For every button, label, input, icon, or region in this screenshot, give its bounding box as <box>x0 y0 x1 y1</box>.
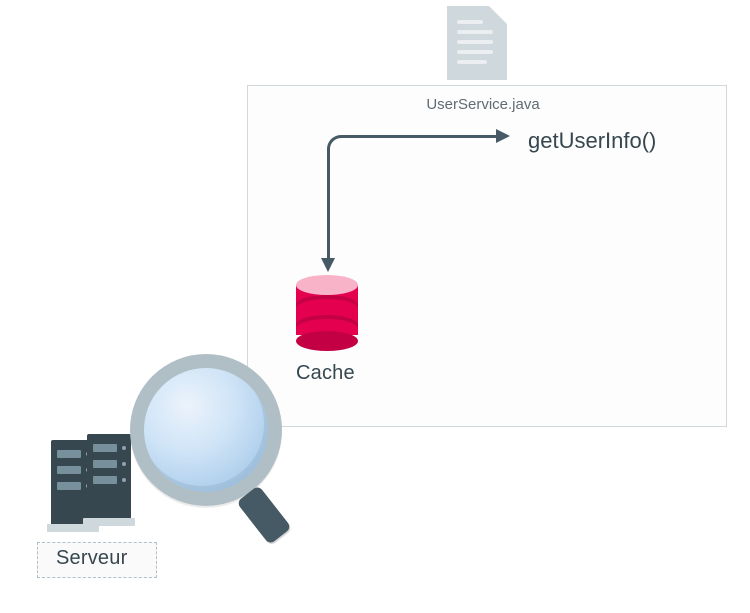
file-name-label: UserService.java <box>418 96 548 113</box>
arrow-head-down-icon <box>321 258 335 272</box>
method-label: getUserInfo() <box>528 128 656 154</box>
cache-icon <box>296 275 358 345</box>
arrow-head-right-icon <box>496 129 510 143</box>
cache-label: Cache <box>296 362 355 385</box>
server-label: Serveur <box>56 547 127 570</box>
arrow-cache-to-method <box>327 135 500 262</box>
magnifier-icon <box>130 354 290 554</box>
file-icon <box>447 6 507 80</box>
